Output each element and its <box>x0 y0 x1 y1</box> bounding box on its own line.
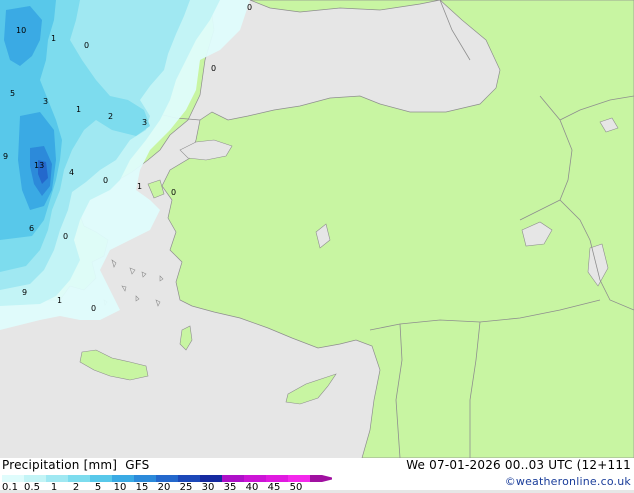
color-scale-tick-label: 35 <box>223 482 237 493</box>
map-value: 9 <box>3 152 8 161</box>
map-value: 3 <box>43 97 48 106</box>
color-scale-swatch <box>266 475 288 482</box>
map-value: 6 <box>29 224 34 233</box>
color-scale-tick-label: 2 <box>72 482 80 493</box>
color-scale-arrow <box>322 475 332 482</box>
color-scale-swatch <box>2 475 24 482</box>
color-scale-tick-label: 0.5 <box>24 482 40 493</box>
map-value: 0 <box>247 3 252 12</box>
model-name: GFS <box>125 458 150 472</box>
precipitation-map: 10 1 0 0 0 5 3 1 2 3 9 13 4 0 1 0 6 0 9 … <box>0 0 634 458</box>
map-value: 0 <box>171 188 176 197</box>
color-scale-swatch <box>178 475 200 482</box>
map-value: 5 <box>10 89 15 98</box>
map-value: 0 <box>91 304 96 313</box>
map-value: 0 <box>84 41 89 50</box>
color-scale-swatch <box>46 475 68 482</box>
legend-footer: Precipitation [mm] GFS We 07-01-2026 00.… <box>0 458 634 493</box>
map-value: 1 <box>51 34 56 43</box>
map-value: 9 <box>22 288 27 297</box>
color-scale-tick-label: 30 <box>201 482 215 493</box>
legend-title-text: Precipitation [mm] <box>2 458 118 472</box>
color-scale-swatch <box>200 475 222 482</box>
color-scale-tick-label: 40 <box>245 482 259 493</box>
map-value: 10 <box>16 26 26 35</box>
map-value: 0 <box>103 176 108 185</box>
map-value: 2 <box>108 112 113 121</box>
map-value: 0 <box>63 232 68 241</box>
color-scale-tick-label: 15 <box>135 482 149 493</box>
color-scale-tick-label: 0.1 <box>2 482 18 493</box>
color-scale-swatch <box>112 475 134 482</box>
color-scale-swatch <box>156 475 178 482</box>
map-value: 3 <box>142 118 147 127</box>
color-scale-tick-label: 1 <box>50 482 58 493</box>
color-scale-tick-label: 20 <box>157 482 171 493</box>
map-value: 4 <box>69 168 74 177</box>
valid-time: We 07-01-2026 00..03 UTC (12+111 <box>406 458 631 472</box>
legend-title: Precipitation [mm] GFS <box>2 458 149 472</box>
color-scale-tick-label: 50 <box>289 482 303 493</box>
color-scale-tick-label: 25 <box>179 482 193 493</box>
map-value: 1 <box>137 182 142 191</box>
color-scale-swatch <box>24 475 46 482</box>
map-value: 1 <box>57 296 62 305</box>
color-scale-tick-label: 45 <box>267 482 281 493</box>
color-scale-swatch <box>244 475 266 482</box>
color-scale-swatch <box>222 475 244 482</box>
color-scale-swatch <box>90 475 112 482</box>
color-scale-swatch <box>310 475 322 482</box>
map-stage: 10 1 0 0 0 5 3 1 2 3 9 13 4 0 1 0 6 0 9 … <box>0 0 634 493</box>
map-value: 0 <box>211 64 216 73</box>
color-scale-swatch <box>68 475 90 482</box>
color-scale-tick-label: 10 <box>113 482 127 493</box>
map-value: 13 <box>34 161 44 170</box>
credit-link[interactable]: ©weatheronline.co.uk <box>505 475 631 488</box>
color-scale-swatch <box>134 475 156 482</box>
color-scale-swatch <box>288 475 310 482</box>
map-value: 1 <box>76 105 81 114</box>
color-scale-tick-label: 5 <box>94 482 102 493</box>
